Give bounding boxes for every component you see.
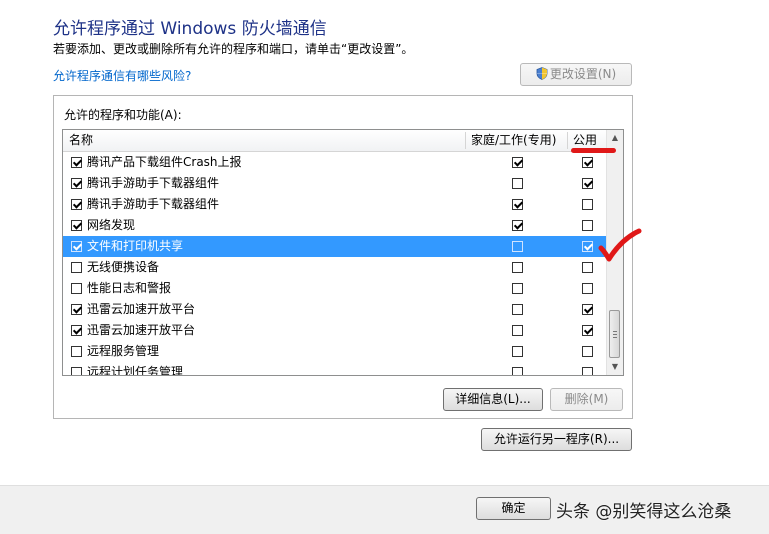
program-name: 远程服务管理 <box>87 344 160 358</box>
public-checkbox[interactable] <box>582 241 593 252</box>
program-enabled-checkbox[interactable] <box>71 220 82 231</box>
delete-button[interactable]: 删除(M) <box>550 388 623 411</box>
program-enabled-checkbox[interactable] <box>71 283 82 294</box>
program-row[interactable]: 网络发现 <box>63 215 608 236</box>
public-checkbox[interactable] <box>582 220 593 231</box>
public-checkbox[interactable] <box>582 262 593 273</box>
program-enabled-checkbox[interactable] <box>71 178 82 189</box>
public-checkbox[interactable] <box>582 367 593 375</box>
public-checkbox[interactable] <box>582 325 593 336</box>
column-divider[interactable] <box>465 132 466 149</box>
allowed-programs-group: 允许的程序和功能(A): 名称 家庭/工作(专用) 公用 腾讯产品下载组件Cra… <box>53 95 633 419</box>
allowed-programs-label: 允许的程序和功能(A): <box>64 108 182 122</box>
scroll-down-arrow-icon[interactable]: ▼ <box>607 359 623 375</box>
home-work-checkbox[interactable] <box>512 178 523 189</box>
dialog-title: 允许程序通过 Windows 防火墙通信 <box>53 19 327 39</box>
home-work-checkbox[interactable] <box>512 262 523 273</box>
program-name: 文件和打印机共享 <box>87 239 184 253</box>
change-settings-label: 更改设置(N) <box>549 67 617 81</box>
public-checkbox[interactable] <box>582 304 593 315</box>
program-row[interactable]: 腾讯手游助手下载器组件 <box>63 173 608 194</box>
program-name: 腾讯手游助手下载器组件 <box>87 176 220 190</box>
program-name: 性能日志和警报 <box>87 281 172 295</box>
program-name: 腾讯产品下载组件Crash上报 <box>87 155 242 169</box>
program-row[interactable]: 迅雷云加速开放平台 <box>63 299 608 320</box>
program-name: 迅雷云加速开放平台 <box>87 323 196 337</box>
program-row[interactable]: 腾讯手游助手下载器组件 <box>63 194 608 215</box>
program-row[interactable]: 无线便携设备 <box>63 257 608 278</box>
program-name: 腾讯手游助手下载器组件 <box>87 197 220 211</box>
annotation-checkmark-icon <box>598 228 642 262</box>
program-row[interactable]: 远程计划任务管理 <box>63 362 608 376</box>
scroll-up-arrow-icon[interactable]: ▲ <box>607 130 623 146</box>
ok-button[interactable]: 确定 <box>476 497 551 520</box>
program-name: 远程计划任务管理 <box>87 365 184 376</box>
home-work-checkbox[interactable] <box>512 325 523 336</box>
home-work-checkbox[interactable] <box>512 346 523 357</box>
column-divider[interactable] <box>567 132 568 149</box>
program-rows: 腾讯产品下载组件Crash上报 腾讯手游助手下载器组件 腾讯手游助手下载器组件 网络发… <box>63 152 608 376</box>
program-row[interactable]: 远程服务管理 <box>63 341 608 362</box>
program-row[interactable]: 迅雷云加速开放平台 <box>63 320 608 341</box>
dialog-footer: 确定 头条 @别笑得这么沧桑 <box>0 485 769 534</box>
program-enabled-checkbox[interactable] <box>71 325 82 336</box>
program-enabled-checkbox[interactable] <box>71 199 82 210</box>
scroll-thumb[interactable] <box>609 310 620 358</box>
program-enabled-checkbox[interactable] <box>71 262 82 273</box>
program-enabled-checkbox[interactable] <box>71 346 82 357</box>
column-header-name[interactable]: 名称 <box>69 130 93 151</box>
program-name: 网络发现 <box>87 218 136 232</box>
annotation-underline <box>571 148 616 153</box>
home-work-checkbox[interactable] <box>512 304 523 315</box>
home-work-checkbox[interactable] <box>512 157 523 168</box>
public-checkbox[interactable] <box>582 346 593 357</box>
program-enabled-checkbox[interactable] <box>71 304 82 315</box>
public-checkbox[interactable] <box>582 199 593 210</box>
program-name: 无线便携设备 <box>87 260 160 274</box>
uac-shield-icon <box>536 66 548 87</box>
public-checkbox[interactable] <box>582 178 593 189</box>
home-work-checkbox[interactable] <box>512 241 523 252</box>
allowed-programs-list[interactable]: 名称 家庭/工作(专用) 公用 腾讯产品下载组件Crash上报 腾讯手游助手下载器… <box>62 129 624 376</box>
column-header-home-work[interactable]: 家庭/工作(专用) <box>471 130 556 151</box>
home-work-checkbox[interactable] <box>512 367 523 375</box>
home-work-checkbox[interactable] <box>512 199 523 210</box>
list-header: 名称 家庭/工作(专用) 公用 <box>63 130 608 152</box>
allow-another-program-button[interactable]: 允许运行另一程序(R)... <box>481 428 632 451</box>
program-row[interactable]: 腾讯产品下载组件Crash上报 <box>63 152 608 173</box>
home-work-checkbox[interactable] <box>512 283 523 294</box>
grip-line <box>613 331 617 332</box>
risk-help-link[interactable]: 允许程序通信有哪些风险? <box>53 67 191 84</box>
grip-line <box>613 337 617 338</box>
details-button[interactable]: 详细信息(L)... <box>443 388 543 411</box>
program-enabled-checkbox[interactable] <box>71 241 82 252</box>
program-enabled-checkbox[interactable] <box>71 367 82 375</box>
public-checkbox[interactable] <box>582 157 593 168</box>
grip-line <box>613 334 617 335</box>
dialog-description: 若要添加、更改或删除所有允许的程序和端口，请单击“更改设置”。 <box>53 42 414 56</box>
program-name: 迅雷云加速开放平台 <box>87 302 196 316</box>
watermark-text: 头条 @别笑得这么沧桑 <box>556 502 732 522</box>
home-work-checkbox[interactable] <box>512 220 523 231</box>
public-checkbox[interactable] <box>582 283 593 294</box>
change-settings-button[interactable]: 更改设置(N) <box>520 63 632 86</box>
program-row[interactable]: 性能日志和警报 <box>63 278 608 299</box>
program-row[interactable]: 文件和打印机共享 <box>63 236 608 257</box>
program-enabled-checkbox[interactable] <box>71 157 82 168</box>
